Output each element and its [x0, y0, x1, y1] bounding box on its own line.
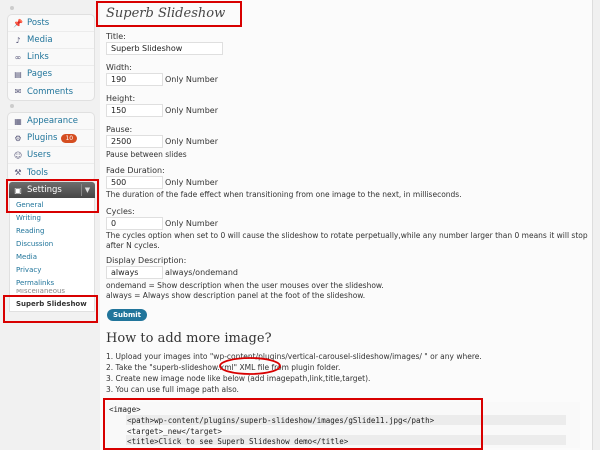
width-hint: Only Number	[165, 75, 219, 84]
pin-icon: 📌	[13, 18, 23, 28]
display-input[interactable]: always	[106, 266, 163, 279]
sidebar-item-label: Posts	[27, 18, 50, 28]
main-content: Superb Slideshow Title: Superb Slideshow…	[96, 0, 600, 450]
cycles-hint: Only Number	[165, 219, 219, 228]
display-hint: always/ondemand	[165, 268, 238, 277]
cycles-input[interactable]: 0	[106, 217, 163, 230]
howto-step: 1. Upload your images into "wp-content/p…	[106, 352, 482, 361]
sidebar-item-label: Pages	[27, 69, 53, 79]
users-icon: ☺	[13, 150, 23, 160]
menu-group-admin: ▦ Appearance ⚙ Plugins 10 ☺ Users ⚒ Tool…	[7, 112, 95, 182]
media-icon: ♪	[15, 35, 21, 45]
plugin-icon: ⚙	[14, 133, 22, 143]
cycles-description-cont: after N cycles.	[106, 241, 160, 250]
title-label: Title:	[106, 32, 126, 41]
comment-icon: ✉	[14, 87, 22, 96]
width-label: Width:	[106, 63, 132, 72]
sidebar-item-links[interactable]: ∞ Links	[8, 49, 94, 66]
height-label: Height:	[106, 94, 136, 103]
menu-separator	[10, 6, 14, 10]
page-scrollbar[interactable]	[592, 0, 600, 450]
cycles-label: Cycles:	[106, 207, 135, 216]
submenu-item-discussion[interactable]: Discussion	[10, 237, 94, 250]
submenu-item-permalinks[interactable]: Permalinks	[10, 276, 94, 289]
submenu-item-media[interactable]: Media	[10, 250, 94, 263]
sidebar-item-label: Comments	[27, 86, 74, 97]
width-input[interactable]: 190	[106, 73, 163, 86]
sidebar-item-posts[interactable]: 📌 Posts	[8, 15, 94, 32]
sidebar-item-label: Appearance	[27, 116, 79, 126]
pause-description: Pause between slides	[106, 150, 187, 159]
howto-step: 3. You can use full image path also.	[106, 385, 239, 394]
fade-description: The duration of the fade effect when tra…	[106, 190, 462, 199]
sidebar-item-media[interactable]: ♪ Media	[8, 32, 94, 49]
sidebar-item-pages[interactable]: ▤ Pages	[8, 66, 94, 83]
submenu-item-privacy[interactable]: Privacy	[10, 263, 94, 276]
page-icon: ▤	[14, 69, 22, 79]
pause-label: Pause:	[106, 125, 133, 134]
height-input[interactable]: 150	[106, 104, 163, 117]
sidebar-item-plugins[interactable]: ⚙ Plugins 10	[8, 130, 94, 147]
display-description-always: always = Always show description panel a…	[106, 291, 366, 300]
fade-hint: Only Number	[165, 178, 219, 187]
pause-input[interactable]: 2500	[106, 135, 163, 148]
sidebar-item-comments[interactable]: ✉ Comments	[8, 83, 94, 100]
submenu-item-reading[interactable]: Reading	[10, 224, 94, 237]
height-hint: Only Number	[165, 106, 219, 115]
pause-hint: Only Number	[165, 137, 219, 146]
sidebar-item-label: Users	[27, 150, 51, 160]
sidebar-item-label: Media	[27, 35, 53, 45]
sidebar-item-label: Links	[27, 52, 49, 62]
fade-input[interactable]: 500	[106, 176, 163, 189]
admin-sidebar: 📌 Posts ♪ Media ∞ Links ▤ Pages ✉ Commen…	[0, 0, 100, 450]
sidebar-item-label: Tools	[27, 167, 48, 178]
display-label: Display Description:	[106, 256, 187, 265]
title-input[interactable]: Superb Slideshow	[106, 42, 223, 55]
link-icon: ∞	[14, 52, 22, 62]
sidebar-item-label: Plugins	[27, 133, 58, 143]
howto-step: 3. Create new image node like below (add…	[106, 374, 371, 383]
plugin-update-badge: 10	[61, 133, 78, 143]
display-description-ondemand: ondemand = Show description when the use…	[106, 281, 384, 290]
sidebar-item-users[interactable]: ☺ Users	[8, 147, 94, 164]
appearance-icon: ▦	[14, 116, 22, 126]
annotation-box-current	[3, 295, 98, 323]
fade-label: Fade Duration:	[106, 166, 165, 175]
sidebar-item-appearance[interactable]: ▦ Appearance	[8, 113, 94, 130]
annotation-box-code	[103, 398, 483, 450]
menu-group-content: 📌 Posts ♪ Media ∞ Links ▤ Pages ✉ Commen…	[7, 14, 95, 101]
tools-icon: ⚒	[14, 168, 22, 177]
cycles-description: The cycles option when set to 0 will cau…	[106, 231, 588, 240]
annotation-box-settings	[6, 179, 99, 213]
howto-heading: How to add more image?	[106, 331, 272, 346]
submit-button[interactable]: Submit	[107, 309, 147, 321]
annotation-box-title	[96, 1, 242, 27]
annotation-ellipse	[219, 357, 281, 375]
menu-separator	[10, 104, 14, 108]
